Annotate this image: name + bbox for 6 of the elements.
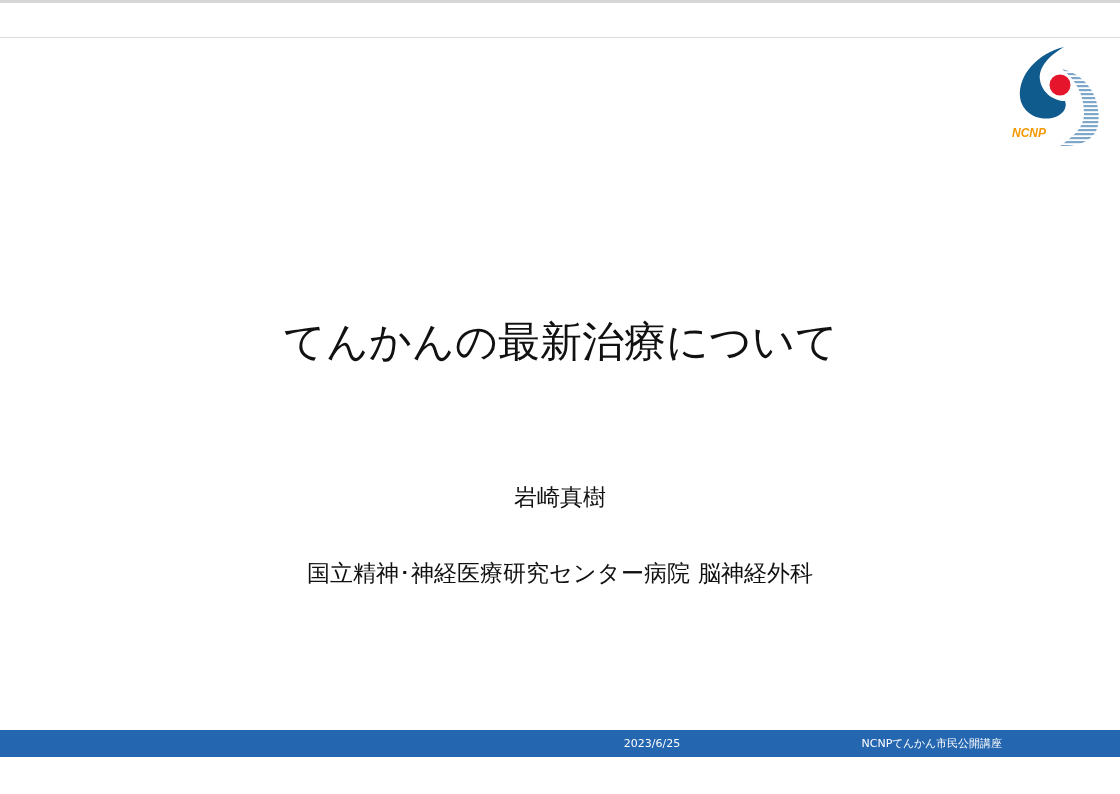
affiliation: 国立精神･神経医療研究センター病院 脳神経外科: [307, 559, 813, 588]
footer-event: NCNPてんかん市民公開講座: [861, 736, 1003, 751]
logo-text: NCNP: [1012, 126, 1046, 140]
presenter-name: 岩崎真樹: [514, 483, 606, 512]
slide-title: てんかんの最新治療について: [282, 316, 838, 368]
footer-date: 2023/6/25: [623, 737, 681, 750]
